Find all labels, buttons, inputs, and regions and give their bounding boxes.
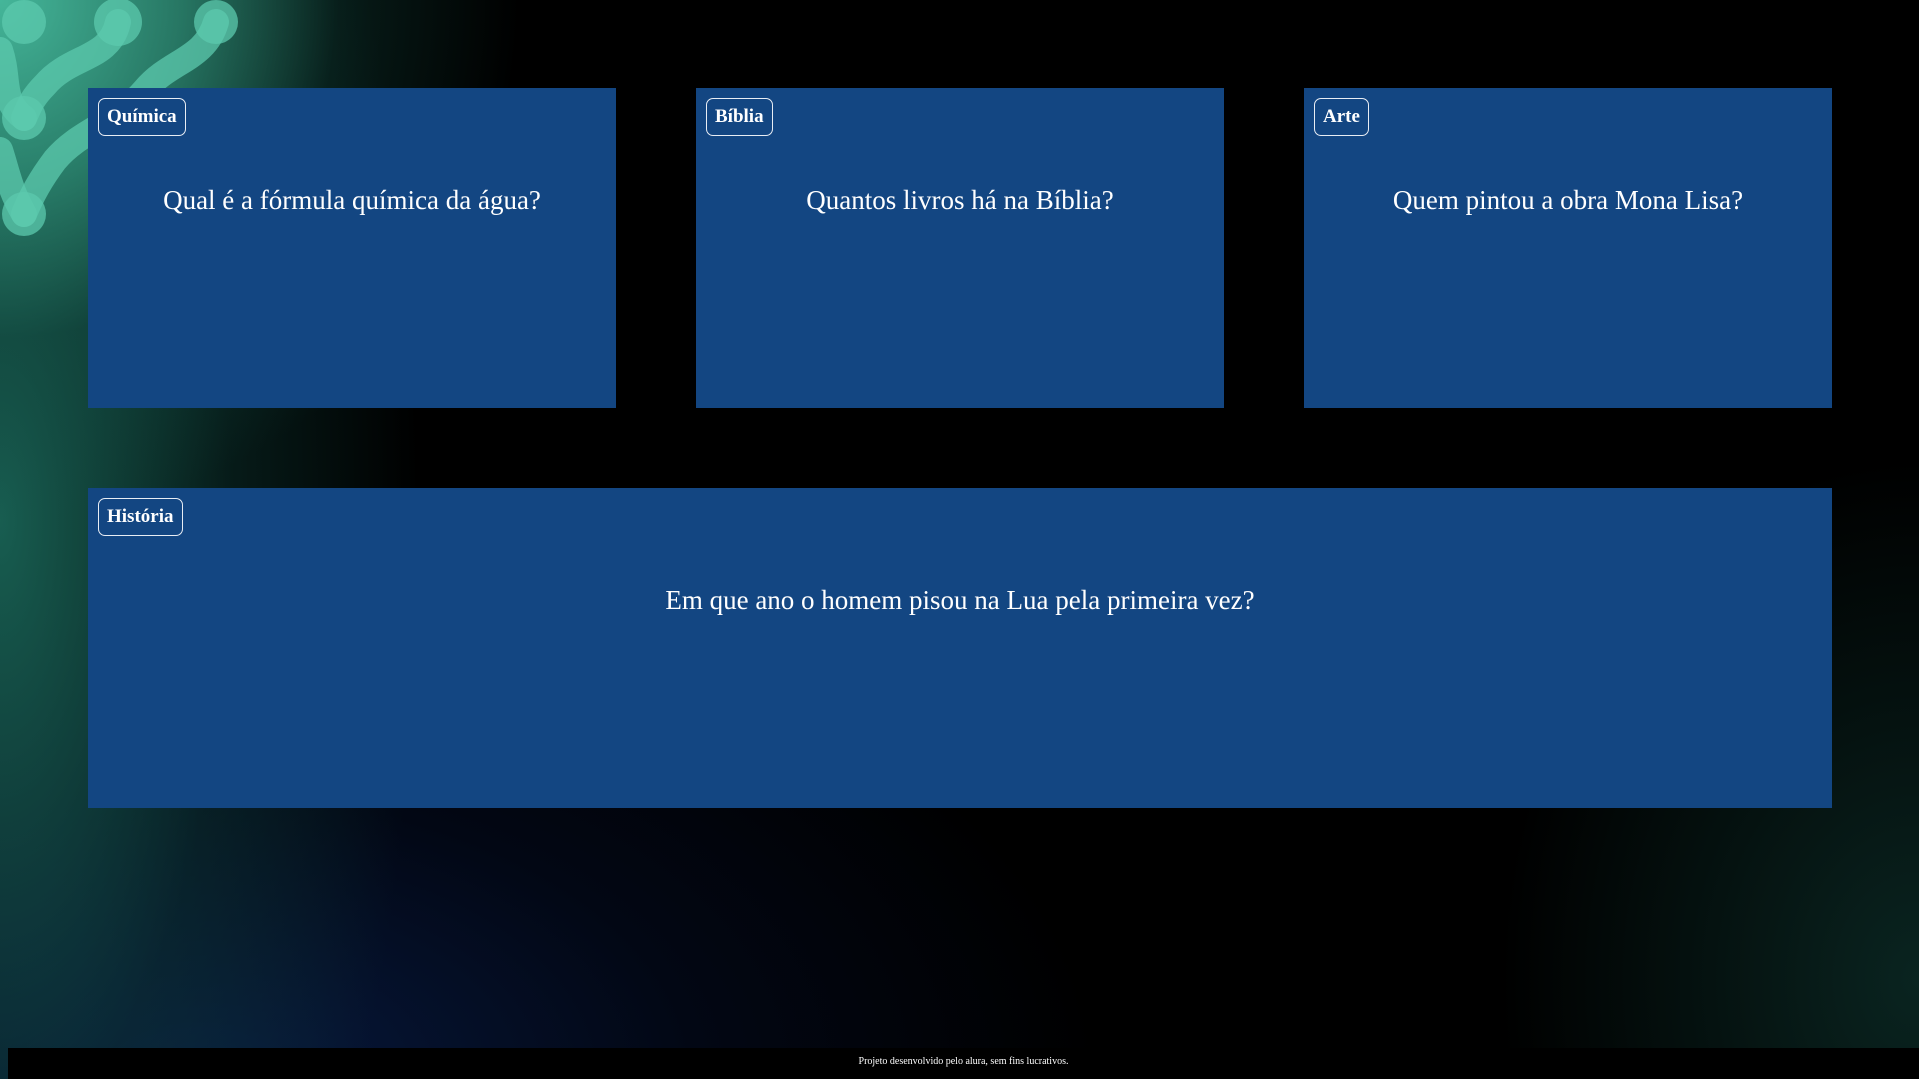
page-background: Química Qual é a fórmula química da água… (0, 0, 1919, 1079)
question-card-historia[interactable]: História Em que ano o homem pisou na Lua… (88, 488, 1832, 808)
question-text: Qual é a fórmula química da água? (163, 185, 541, 215)
question-text: Quantos livros há na Bíblia? (806, 185, 1114, 215)
footer: Projeto desenvolvido pelo alura, sem fin… (8, 1048, 1919, 1079)
category-tag: Bíblia (706, 98, 773, 136)
question-card-biblia[interactable]: Bíblia Quantos livros há na Bíblia? (696, 88, 1224, 408)
footer-text: Projeto desenvolvido pelo alura, sem fin… (858, 1056, 1069, 1067)
question-card-arte[interactable]: Arte Quem pintou a obra Mona Lisa? (1304, 88, 1832, 408)
question-text: Quem pintou a obra Mona Lisa? (1392, 185, 1744, 215)
category-tag: Química (98, 98, 186, 136)
category-tag: Arte (1314, 98, 1369, 136)
question-card-quimica[interactable]: Química Qual é a fórmula química da água… (88, 88, 616, 408)
question-text: Em que ano o homem pisou na Lua pela pri… (665, 585, 1255, 615)
category-tag: História (98, 498, 183, 536)
